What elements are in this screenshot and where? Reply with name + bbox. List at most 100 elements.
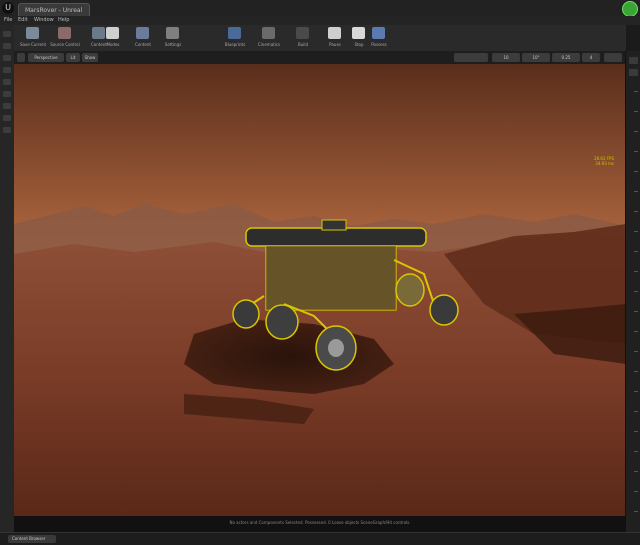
wheel-left-front [232, 299, 260, 329]
sidebar-item[interactable] [3, 103, 11, 109]
ruler-tick [634, 191, 638, 192]
rover-mast [321, 219, 347, 231]
content-browser-icon [136, 27, 149, 39]
ruler-tick [634, 211, 638, 212]
ruler-tick [634, 411, 638, 412]
ruler-tick [634, 251, 638, 252]
save-icon [26, 27, 39, 39]
blueprints-icon [228, 27, 241, 39]
viewport-status-strip: No actors and Components Selected. Posse… [14, 516, 626, 532]
menu-file[interactable]: File [4, 17, 12, 23]
details-collapsed-bar [625, 51, 640, 535]
pause-icon [328, 27, 341, 39]
save-label: Save Current [19, 42, 47, 47]
transform-tools[interactable] [454, 53, 488, 62]
cinematics-button[interactable]: Cinematics [254, 25, 284, 51]
ruler-tick [634, 111, 638, 112]
ruler-tick [634, 131, 638, 132]
ruler-tick [634, 471, 638, 472]
viewport-toolbar: Perspective Lit Show 10 10° 0.25 4 [14, 51, 626, 65]
build-label: Build [297, 42, 309, 47]
viewport-options-icon[interactable] [17, 53, 25, 62]
rover-body-foil [266, 246, 396, 310]
blueprints-button[interactable]: Blueprints [220, 25, 250, 51]
ruler-tick [634, 171, 638, 172]
ruler-tick [634, 371, 638, 372]
sidebar-item[interactable] [3, 79, 11, 85]
possess-label: Possess [371, 42, 387, 47]
menu-edit[interactable]: Edit [18, 17, 28, 23]
source-control-button[interactable]: Source Control [50, 25, 80, 51]
rover-deck [245, 227, 427, 247]
ruler-tick [634, 351, 638, 352]
bottom-bar: Content Browser [0, 532, 640, 545]
menu-window[interactable]: Window [34, 17, 54, 23]
show-button[interactable]: Show [82, 53, 98, 62]
ruler-tick [634, 291, 638, 292]
wheel-front-hub [328, 339, 344, 357]
content-browser-label: Content [135, 42, 151, 47]
panel-toggle[interactable] [629, 57, 638, 64]
ruler-tick [634, 151, 638, 152]
ruler-tick [634, 91, 638, 92]
build-icon [296, 27, 309, 39]
modes-button[interactable]: Modes [98, 25, 128, 51]
content-browser-tab[interactable]: Content Browser [8, 535, 56, 543]
perspective-button[interactable]: Perspective [28, 53, 64, 62]
menu-bar: File Edit Window Help [0, 16, 640, 25]
sidebar-item[interactable] [3, 115, 11, 121]
settings-button[interactable]: Settings [158, 25, 188, 51]
possess-icon [372, 27, 385, 39]
source-control-icon [58, 27, 71, 39]
ruler-tick [634, 511, 638, 512]
modes-sidebar [0, 25, 15, 535]
main-toolbar: Save Current Source Control Content Mode… [14, 25, 626, 52]
content-browser-button[interactable]: Content [128, 25, 158, 51]
status-message: No actors and Components Selected. Posse… [229, 520, 411, 525]
settings-label: Settings [164, 42, 182, 47]
modes-label: Modes [106, 42, 120, 47]
ruler-tick [634, 271, 638, 272]
cinematics-label: Cinematics [257, 42, 281, 47]
level-tab[interactable]: MarsRover - Unreal Editor [18, 3, 90, 27]
sidebar-item[interactable] [3, 43, 11, 49]
notification-badge-icon[interactable] [622, 1, 638, 17]
sidebar-item[interactable] [3, 67, 11, 73]
wheel-right-rear [395, 273, 425, 307]
ruler-tick [634, 451, 638, 452]
ms-stat: 34.93 ms [595, 161, 614, 166]
sidebar-item[interactable] [3, 127, 11, 133]
settings-icon [166, 27, 179, 39]
ruler-tick [634, 231, 638, 232]
possess-button[interactable]: Possess [364, 25, 394, 51]
sidebar-item[interactable] [3, 31, 11, 37]
panel-toggle[interactable] [629, 69, 638, 76]
scale-snap[interactable]: 0.25 [552, 53, 580, 62]
stats-overlay: 28.63 FPS 34.93 ms [574, 156, 614, 166]
blueprints-label: Blueprints [224, 42, 246, 47]
lit-button[interactable]: Lit [66, 53, 80, 62]
ruler-tick [634, 431, 638, 432]
maximize-viewport-icon[interactable] [604, 53, 622, 62]
ruler-tick [634, 391, 638, 392]
sidebar-item[interactable] [3, 55, 11, 61]
title-bar: U MarsRover - Unreal Editor [0, 0, 640, 27]
sidebar-item[interactable] [3, 91, 11, 97]
ruler-tick [634, 311, 638, 312]
mars-scene [14, 64, 626, 516]
save-button[interactable]: Save Current [18, 25, 48, 51]
wheel-left-mid [265, 304, 299, 340]
modes-icon [106, 27, 119, 39]
wheel-right-front [429, 294, 459, 326]
build-button[interactable]: Build [288, 25, 318, 51]
source-control-label: Source Control [50, 42, 80, 47]
camera-speed[interactable]: 4 [582, 53, 600, 62]
ruler-tick [634, 491, 638, 492]
menu-help[interactable]: Help [58, 17, 69, 23]
level-viewport[interactable]: 28.63 FPS 34.93 ms [14, 64, 626, 516]
grid-snap[interactable]: 10 [492, 53, 520, 62]
rotation-snap[interactable]: 10° [522, 53, 550, 62]
cinematics-icon [262, 27, 275, 39]
ruler-tick [634, 331, 638, 332]
unreal-logo-icon[interactable]: U [2, 2, 14, 14]
